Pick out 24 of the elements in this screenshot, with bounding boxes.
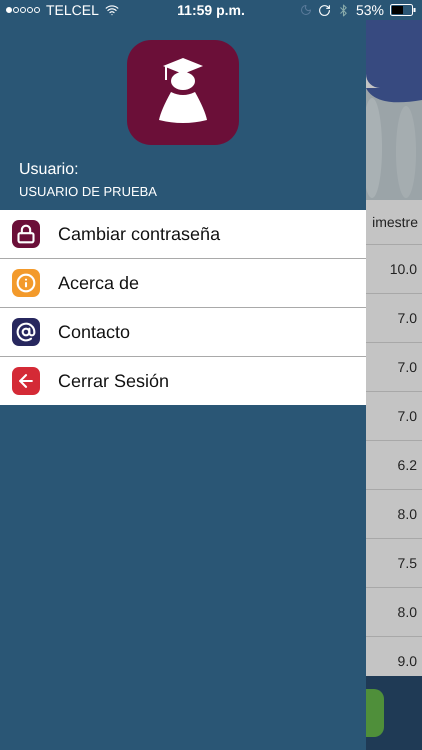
grade-cell: 7.5	[366, 539, 422, 588]
user-label: Usuario:	[19, 161, 80, 179]
grade-cell: 7.0	[366, 343, 422, 392]
grade-cell: 8.0	[366, 490, 422, 539]
clock-time: 11:59 p.m.	[177, 2, 245, 18]
column-header: imestre	[366, 200, 422, 245]
signal-icon	[6, 7, 40, 13]
grade-cell: 10.0	[366, 245, 422, 294]
grade-cell: 6.2	[366, 441, 422, 490]
menu-item[interactable]: Cerrar Sesión	[0, 357, 366, 405]
user-name: USUARIO DE PRUEBA	[19, 184, 158, 199]
battery-percent: 53%	[356, 2, 384, 18]
menu-item[interactable]: Acerca de	[0, 259, 366, 308]
action-button[interactable]	[366, 689, 384, 737]
grade-cell: 7.0	[366, 294, 422, 343]
carrier-name: TELCEL	[46, 2, 99, 18]
menu-item[interactable]: Contacto	[0, 308, 366, 357]
rotation-lock-icon	[318, 4, 331, 16]
menu-item[interactable]: Cambiar contraseña	[0, 210, 366, 259]
grade-cell: 7.0	[366, 392, 422, 441]
moon-icon	[300, 4, 312, 16]
wifi-icon	[104, 3, 119, 17]
grade-cell: 8.0	[366, 588, 422, 637]
battery-icon	[390, 4, 416, 16]
